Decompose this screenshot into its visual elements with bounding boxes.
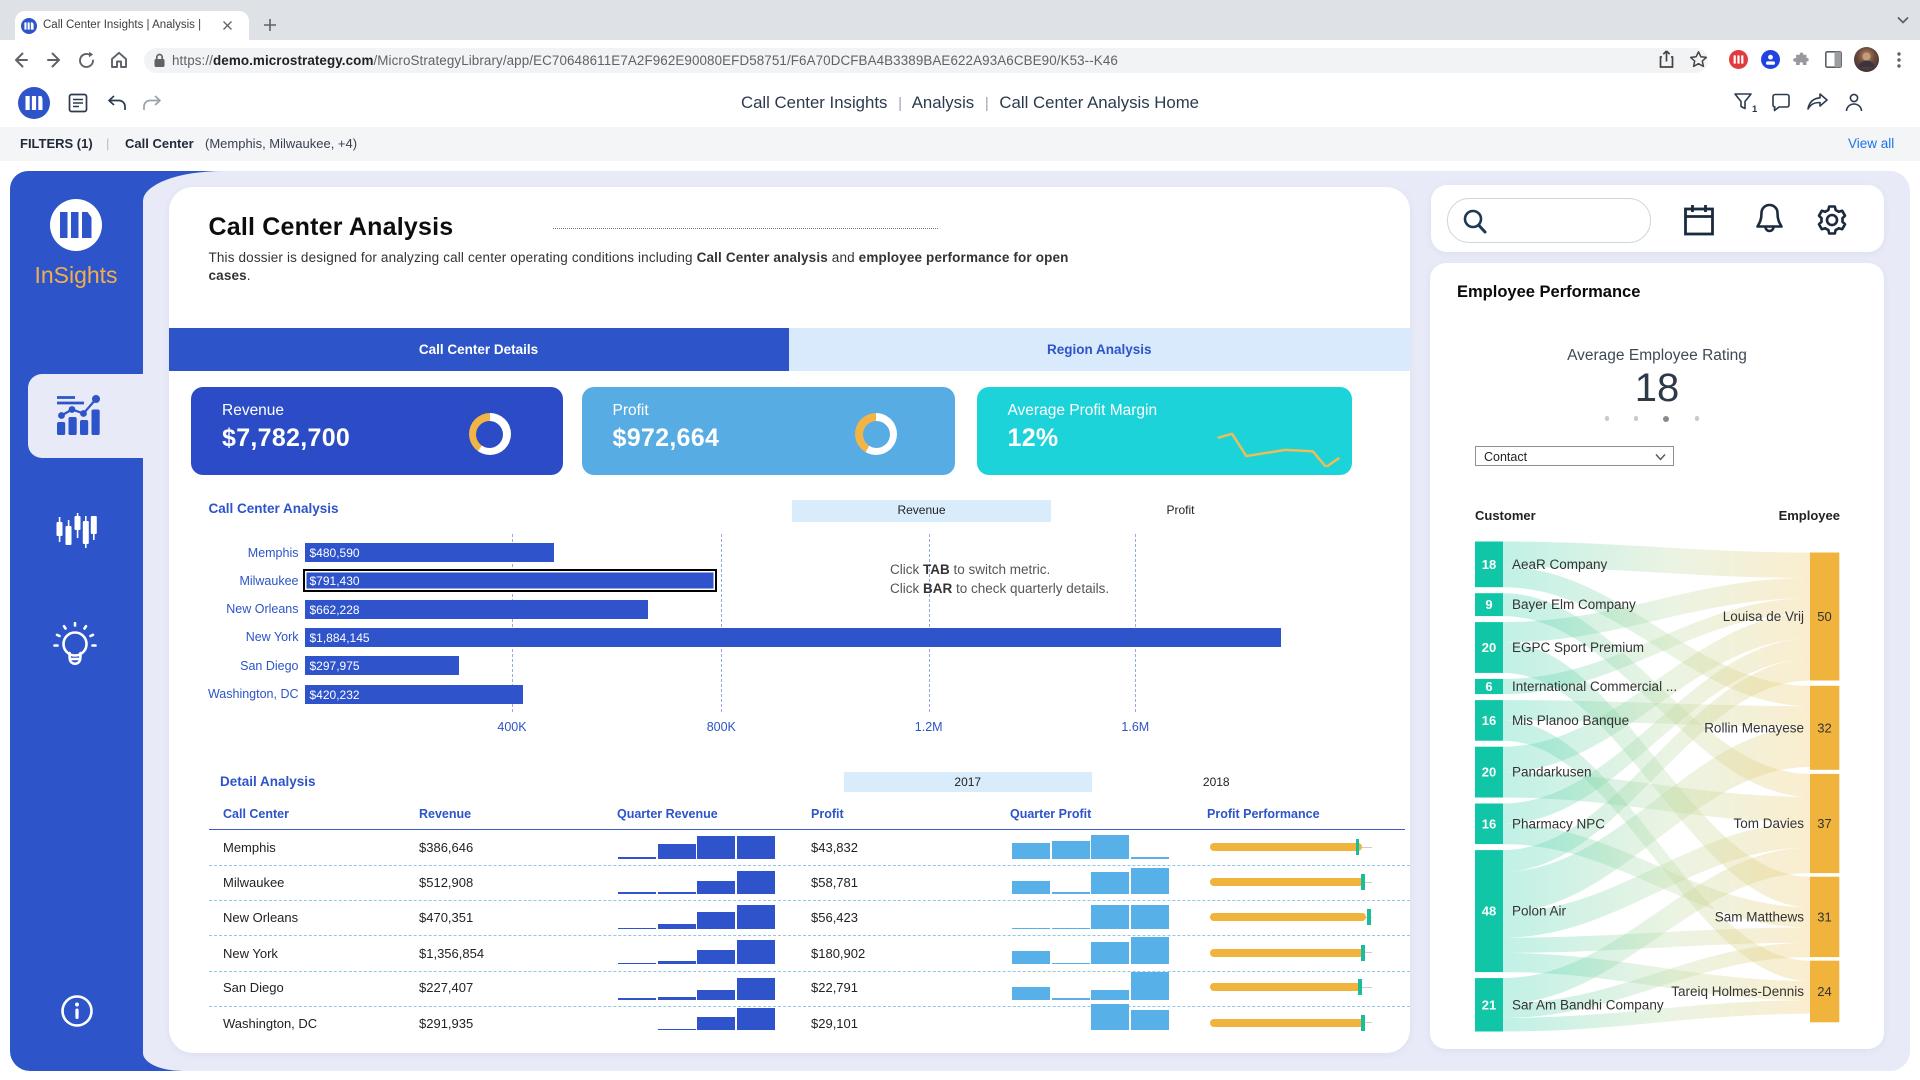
svg-text:20: 20 [1482, 764, 1496, 779]
svg-text:Pharmacy NPC: Pharmacy NPC [1512, 816, 1605, 831]
svg-text:EGPC Sport Premium: EGPC Sport Premium [1512, 640, 1644, 655]
svg-text:Mis Planoo Banque: Mis Planoo Banque [1512, 712, 1629, 727]
svg-text:Louisa de Vrij: Louisa de Vrij [1723, 609, 1804, 624]
svg-text:International Commercial ...: International Commercial ... [1512, 679, 1677, 694]
svg-text:21: 21 [1482, 997, 1496, 1012]
svg-text:1: 1 [1752, 104, 1757, 114]
svg-text:6: 6 [1485, 679, 1492, 694]
svg-text:31: 31 [1817, 909, 1831, 924]
svg-text:37: 37 [1817, 816, 1831, 831]
svg-text:Sam Matthews: Sam Matthews [1715, 909, 1805, 924]
svg-text:Polon Air: Polon Air [1512, 903, 1567, 918]
svg-text:32: 32 [1817, 720, 1831, 735]
svg-text:Pandarkusen: Pandarkusen [1512, 764, 1592, 779]
svg-text:16: 16 [1482, 816, 1496, 831]
svg-text:50: 50 [1817, 609, 1831, 624]
svg-text:24: 24 [1817, 984, 1831, 999]
svg-text:18: 18 [1482, 556, 1496, 571]
svg-text:AeaR Company: AeaR Company [1512, 556, 1608, 571]
svg-text:Rollin Menayese: Rollin Menayese [1704, 720, 1804, 735]
svg-text:48: 48 [1482, 903, 1496, 918]
svg-text:16: 16 [1482, 712, 1496, 727]
svg-text:Bayer Elm Company: Bayer Elm Company [1512, 597, 1636, 612]
svg-text:20: 20 [1482, 640, 1496, 655]
svg-text:Tom Davies: Tom Davies [1733, 816, 1804, 831]
svg-text:Sar Am Bandhi Company: Sar Am Bandhi Company [1512, 997, 1664, 1012]
svg-text:Tareiq Holmes-Dennis: Tareiq Holmes-Dennis [1671, 984, 1804, 999]
svg-text:9: 9 [1485, 597, 1492, 612]
